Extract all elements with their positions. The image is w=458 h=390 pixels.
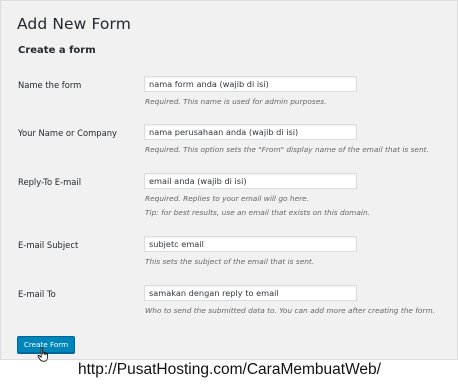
hand-pointer-icon (37, 347, 48, 362)
company-name-input[interactable]: nama perusahaan anda (wajib di isi) (144, 124, 357, 140)
reply-to-description: Required. Replies to your email will go … (145, 194, 310, 203)
subject-description: This sets the subject of the email that … (145, 257, 315, 266)
company-description: Required. This option sets the "From" di… (145, 145, 429, 154)
form-name-input[interactable]: nama form anda (wajib di isi) (144, 76, 357, 92)
form-panel: Add New Form Create a form Name the form… (0, 0, 458, 362)
reply-to-email-input[interactable]: email anda (wajib di isi) (144, 173, 357, 189)
email-to-input[interactable]: samakan dengan reply to email (144, 285, 357, 301)
email-to-description: Who to send the submitted data to. You c… (145, 306, 436, 315)
reply-to-label: Reply-To E-mail (18, 177, 82, 187)
company-label: Your Name or Company (18, 128, 117, 138)
email-subject-input[interactable]: subjetc email (144, 236, 357, 252)
page-title: Add New Form (17, 15, 131, 33)
reply-to-tip: Tip: for best results, use an email that… (145, 208, 370, 217)
name-label: Name the form (18, 80, 82, 90)
name-description: Required. This name is used for admin pu… (145, 97, 327, 106)
email-to-label: E-mail To (18, 289, 56, 299)
watermark-url: http://PusatHosting.com/CaraMembuatWeb/ (78, 361, 381, 378)
section-title: Create a form (18, 45, 96, 56)
subject-label: E-mail Subject (18, 240, 79, 250)
